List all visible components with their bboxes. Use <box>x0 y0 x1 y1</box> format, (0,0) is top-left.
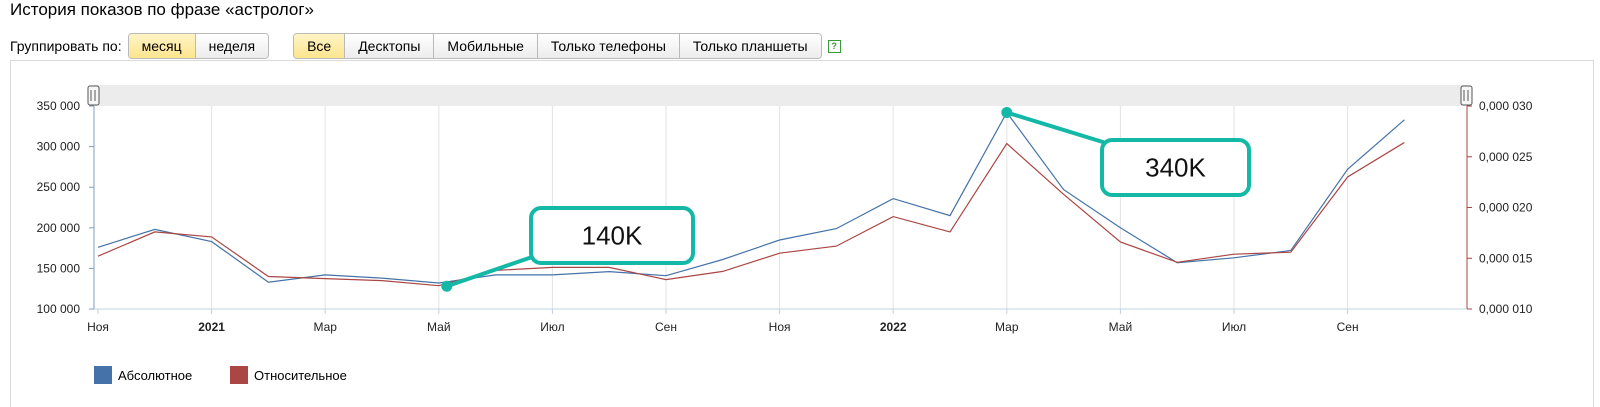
legend-swatch-relative <box>230 366 248 384</box>
legend-label-absolute: Абсолютное <box>118 367 193 383</box>
x-tick-label: Ноя <box>769 320 791 334</box>
y-left-tick-label: 100 000 <box>37 302 81 316</box>
y-left-tick-label: 250 000 <box>37 180 81 194</box>
x-tick-label: Ноя <box>87 320 109 334</box>
annotation-label: 340K <box>1145 153 1206 183</box>
y-right-tick-label: 0,000 025 <box>1479 150 1533 164</box>
x-tick-label: Мар <box>995 320 1019 334</box>
annotation-label: 140K <box>582 221 643 251</box>
y-right-tick-label: 0,000 020 <box>1479 201 1533 215</box>
annotation-marker <box>441 280 453 292</box>
range-handle-left <box>87 85 100 106</box>
x-tick-label: Июл <box>1222 320 1246 334</box>
legend-item-absolute[interactable]: Абсолютное <box>94 366 192 384</box>
annotations: 140K 340K <box>441 106 1251 292</box>
range-navigator[interactable] <box>94 85 1467 106</box>
annotation-pointer <box>444 254 537 289</box>
x-tick-label: 2022 <box>880 320 907 334</box>
x-tick-label: Сен <box>655 320 677 334</box>
y-left-tick-label: 300 000 <box>37 140 81 154</box>
tick-labels: Ноя 2021 Мар Май Июл Сен Ноя 2022 Мар Май Июл Сен 10… <box>37 99 1533 334</box>
y-left-tick-label: 150 000 <box>37 261 81 275</box>
legend-label-relative: Относительное <box>254 367 347 383</box>
chart: Ноя 2021 Мар Май Июл Сен Ноя 2022 Мар Май Июл Сен 10… <box>37 85 1533 334</box>
y-left-tick-label: 350 000 <box>37 99 81 113</box>
x-tick-label: 2021 <box>198 320 225 334</box>
x-tick-label: Май <box>1109 320 1133 334</box>
legend-item-relative[interactable]: Относительное <box>230 366 347 384</box>
x-tick-label: Май <box>427 320 451 334</box>
x-tick-label: Сен <box>1337 320 1359 334</box>
x-tick-label: Мар <box>313 320 337 334</box>
annotation-marker <box>1001 106 1013 118</box>
y-right-tick-label: 0,000 030 <box>1479 99 1533 113</box>
y-left-tick-label: 200 000 <box>37 221 81 235</box>
y-right-tick-label: 0,000 010 <box>1479 302 1533 316</box>
annotation-pointer <box>1004 110 1108 145</box>
legend-swatch-absolute <box>94 366 112 384</box>
axes <box>89 105 1472 314</box>
y-right-tick-label: 0,000 015 <box>1479 251 1533 265</box>
x-tick-label: Июл <box>540 320 564 334</box>
range-handle-right <box>1460 85 1473 106</box>
